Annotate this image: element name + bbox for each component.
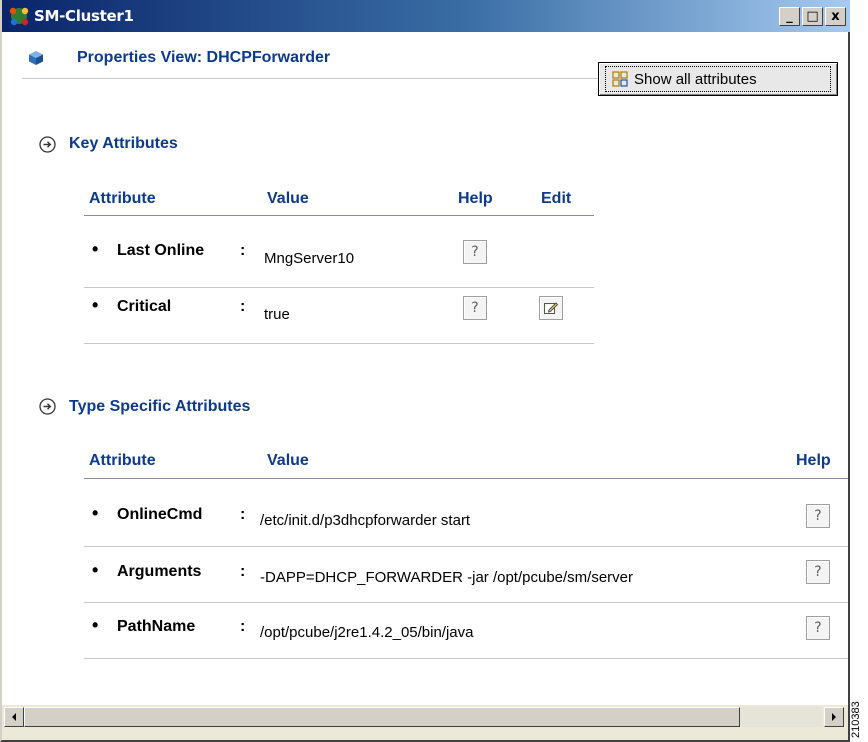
attribute-value: /etc/init.d/p3dhcpforwarder start bbox=[260, 512, 471, 529]
row-divider bbox=[84, 658, 848, 659]
edit-icon bbox=[544, 302, 559, 314]
window-controls: _ □ x bbox=[779, 7, 846, 26]
key-col-attribute: Attribute bbox=[89, 190, 156, 207]
attribute-value: -DAPP=DHCP_FORWARDER -jar /opt/pcube/sm/… bbox=[260, 569, 634, 586]
bullet: • bbox=[92, 503, 99, 523]
colon: : bbox=[240, 563, 246, 580]
help-icon: ? bbox=[814, 620, 822, 636]
row-divider bbox=[84, 287, 594, 288]
help-icon: ? bbox=[471, 300, 479, 316]
key-col-help: Help bbox=[458, 190, 493, 207]
edit-button[interactable] bbox=[539, 296, 563, 320]
attribute-name: Critical bbox=[117, 298, 172, 315]
row-divider bbox=[84, 343, 594, 344]
close-button[interactable]: x bbox=[825, 7, 846, 26]
attribute-value: true bbox=[264, 306, 290, 323]
maximize-button[interactable]: □ bbox=[802, 7, 823, 26]
app-icon bbox=[9, 7, 29, 26]
help-icon: ? bbox=[814, 508, 822, 524]
type-col-attribute: Attribute bbox=[89, 452, 156, 469]
page-title: Properties View: DHCPForwarder bbox=[77, 49, 331, 66]
key-col-value: Value bbox=[267, 190, 309, 207]
attribute-name: Arguments bbox=[117, 563, 202, 580]
attribute-value: /opt/pcube/j2re1.4.2_05/bin/java bbox=[260, 624, 474, 641]
colon: : bbox=[240, 506, 246, 523]
help-button[interactable]: ? bbox=[806, 560, 830, 584]
app-window: SM-Cluster1 _ □ x Properties View: DHCPF… bbox=[0, 0, 850, 742]
properties-panel: Properties View: DHCPForwarder Show all … bbox=[2, 32, 848, 704]
type-col-help: Help bbox=[796, 452, 831, 469]
bullet: • bbox=[92, 295, 99, 315]
scroll-thumb[interactable] bbox=[24, 707, 740, 727]
show-all-attributes-label: Show all attributes bbox=[634, 70, 757, 88]
help-icon: ? bbox=[814, 564, 822, 580]
type-specific-attributes-title: Type Specific Attributes bbox=[69, 398, 251, 415]
row-divider bbox=[84, 602, 848, 603]
help-button[interactable]: ? bbox=[463, 240, 487, 264]
help-button[interactable]: ? bbox=[806, 616, 830, 640]
scroll-right-button[interactable] bbox=[824, 707, 844, 727]
type-col-value: Value bbox=[267, 452, 309, 469]
scroll-left-icon bbox=[12, 713, 16, 721]
help-icon: ? bbox=[471, 244, 479, 260]
key-attributes-title: Key Attributes bbox=[69, 135, 178, 152]
grid-icon bbox=[612, 71, 628, 87]
scroll-right-icon bbox=[832, 713, 836, 721]
attribute-name: PathName bbox=[117, 618, 196, 635]
scroll-left-button[interactable] bbox=[4, 707, 24, 727]
row-divider bbox=[84, 546, 848, 547]
attribute-name: OnlineCmd bbox=[117, 506, 203, 523]
cube-icon bbox=[29, 51, 43, 65]
window-title: SM-Cluster1 bbox=[34, 7, 134, 25]
show-all-attributes-button[interactable]: Show all attributes bbox=[598, 62, 838, 96]
colon: : bbox=[240, 618, 246, 635]
bullet: • bbox=[92, 560, 99, 580]
help-button[interactable]: ? bbox=[463, 296, 487, 320]
horizontal-scrollbar[interactable] bbox=[2, 704, 848, 728]
minimize-button[interactable]: _ bbox=[779, 7, 800, 26]
header-divider bbox=[22, 78, 600, 79]
colon: : bbox=[240, 242, 246, 259]
bullet: • bbox=[92, 239, 99, 259]
arrow-circle-icon[interactable] bbox=[39, 398, 56, 415]
figure-number: 210383 bbox=[850, 701, 862, 739]
colon: : bbox=[240, 298, 246, 315]
key-header-divider bbox=[84, 215, 594, 216]
title-bar[interactable]: SM-Cluster1 _ □ x bbox=[2, 0, 850, 32]
arrow-circle-icon[interactable] bbox=[39, 136, 56, 153]
attribute-value: MngServer10 bbox=[264, 250, 355, 267]
attribute-name: Last Online bbox=[117, 242, 205, 259]
help-button[interactable]: ? bbox=[806, 504, 830, 528]
bullet: • bbox=[92, 615, 99, 635]
type-header-divider bbox=[84, 478, 848, 479]
key-col-edit: Edit bbox=[541, 190, 572, 207]
